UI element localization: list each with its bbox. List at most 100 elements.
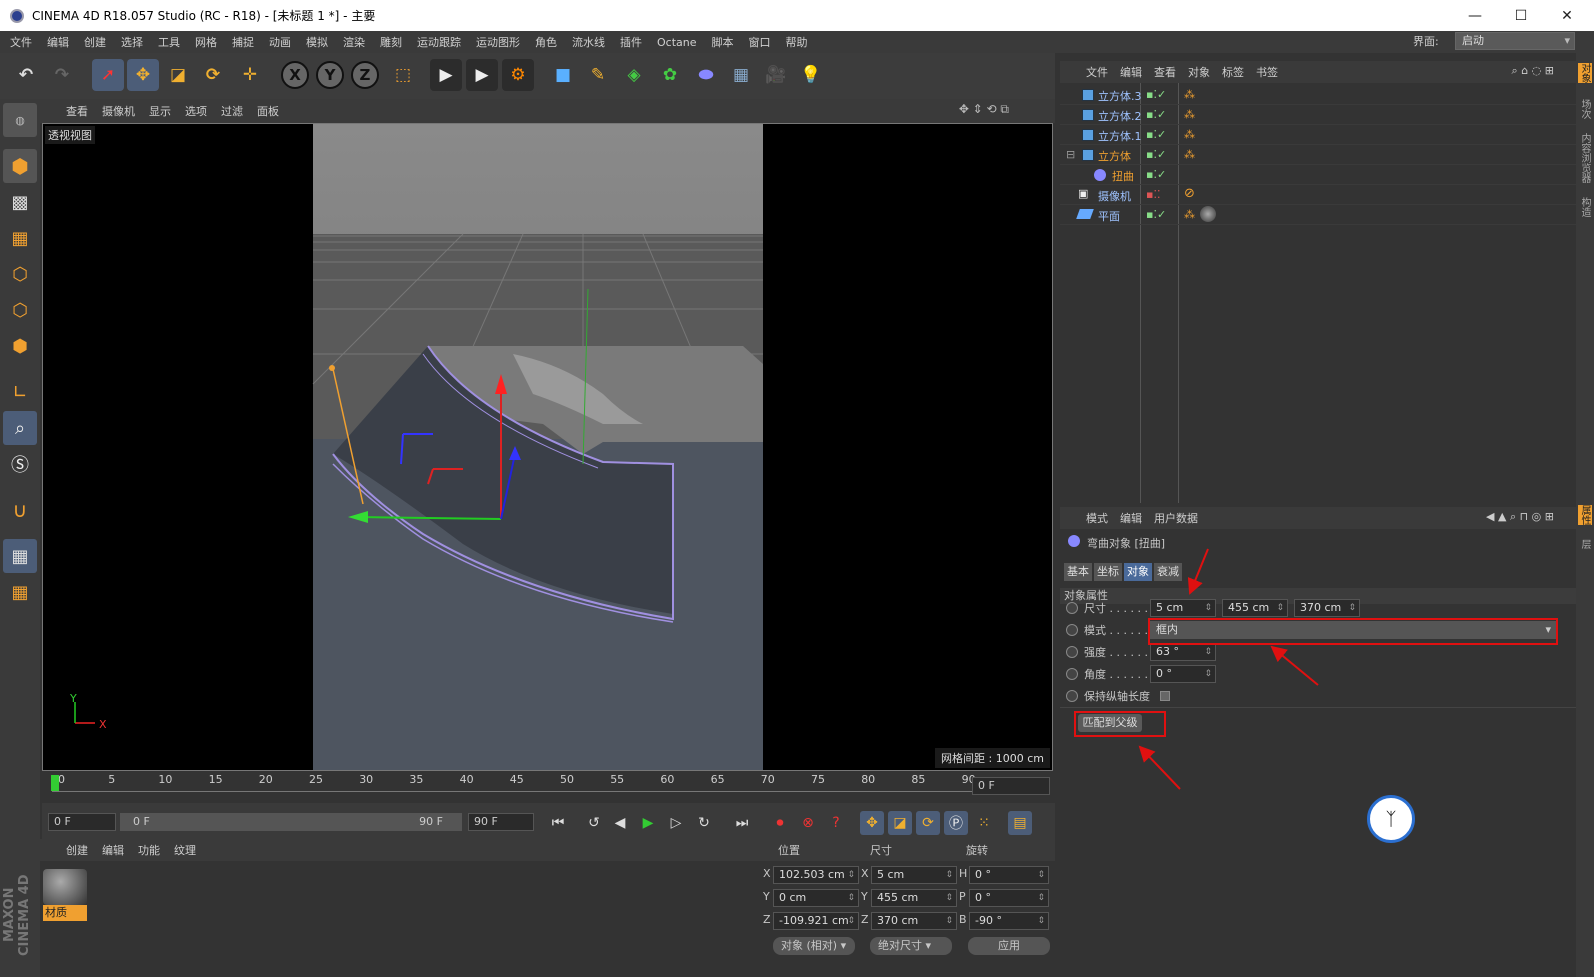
close-button[interactable]: ✕ [1544,0,1590,31]
size-z-field[interactable]: 370 cm [871,912,957,930]
menu-plugins[interactable]: 插件 [620,34,642,50]
menu-sculpt[interactable]: 雕刻 [380,34,402,50]
menu-window[interactable]: 窗口 [749,34,771,50]
phong-tag-icon[interactable]: ⁂ [1184,148,1195,161]
material-item[interactable]: 材质 [43,869,87,921]
visibility-toggle-icon[interactable]: ▪⁚✓ [1146,168,1166,181]
rotation-h-field[interactable]: 0 ° [969,866,1049,884]
light-icon[interactable]: 💡 [795,59,827,91]
menu-octane[interactable]: Octane [657,36,697,49]
perspective-viewport[interactable]: 透视视图 X Y 网格间距 : 1000 cm [42,123,1053,771]
prev-key-icon[interactable]: ↺ [582,811,606,835]
object-row[interactable]: 扭曲 ▪⁚✓ [1060,165,1576,185]
phong-tag-icon[interactable]: ⁂ [1184,88,1195,101]
subdivision-icon[interactable]: ◈ [618,59,650,91]
menu-file[interactable]: 文件 [10,34,32,50]
coord-mode-dropdown[interactable]: 对象 (相对) ▾ [773,937,855,955]
object-row[interactable]: ⊟ 立方体 ▪⁚✓ ⁂ [1060,145,1576,165]
phong-tag-icon[interactable]: ⁂ [1184,108,1195,121]
objects-menu-view[interactable]: 查看 [1154,64,1176,80]
play-icon[interactable]: ▶ [636,811,660,835]
bend-deformer-icon[interactable]: ⬬ [690,59,722,91]
playhead[interactable] [51,775,59,791]
material-menu-edit[interactable]: 编辑 [102,842,124,858]
material-menu-create[interactable]: 创建 [66,842,88,858]
current-frame-field[interactable]: 0 F [972,777,1050,795]
vtab-structure[interactable]: 构造 [1578,197,1592,217]
workplane-mode-icon[interactable]: ▦ [3,221,37,255]
z-axis-lock-icon[interactable]: Z [349,59,381,91]
menu-select[interactable]: 选择 [121,34,143,50]
record-icon[interactable]: ⏺ [768,811,792,835]
viewport-menu-options[interactable]: 选项 [185,103,207,119]
workplane-lock-icon[interactable]: ▦ [3,539,37,573]
camera-icon[interactable]: 🎥 [760,59,792,91]
visibility-toggle-icon[interactable]: ▪⁚✓ [1146,148,1166,161]
material-tag-icon[interactable] [1200,206,1216,222]
key-position-icon[interactable]: ✥ [860,811,884,835]
frame-range-slider[interactable]: 0 F 90 F [120,813,462,831]
floor-icon[interactable]: ▦ [725,59,757,91]
size-x-field[interactable]: 5 cm [871,866,957,884]
next-key-icon[interactable]: ↻ [692,811,716,835]
menu-mograph[interactable]: 运动图形 [476,34,520,50]
menu-edit[interactable]: 编辑 [47,34,69,50]
timeline-window-icon[interactable]: ▤ [1008,811,1032,835]
viewport-navigate-icons[interactable]: ✥ ⇕ ⟲ ⧉ [959,102,1009,117]
phong-tag-icon[interactable]: ⁂ [1184,208,1195,221]
prev-frame-icon[interactable]: ◀ [608,811,632,835]
object-row[interactable]: 立方体.2 ▪⁚✓ ⁂ [1060,105,1576,125]
tweak-mode-icon[interactable]: ⌕ [3,411,37,445]
menu-render[interactable]: 渲染 [343,34,365,50]
goto-end-icon[interactable]: ⏭ [730,811,754,835]
live-select-icon[interactable]: ➚ [92,59,124,91]
end-frame-field[interactable]: 90 F [468,813,534,831]
vtab-content-browser[interactable]: 内容浏览器 [1578,133,1592,183]
key-scale-icon[interactable]: ◪ [888,811,912,835]
menu-mesh[interactable]: 网格 [195,34,217,50]
objects-menu-file[interactable]: 文件 [1086,64,1108,80]
menu-character[interactable]: 角色 [535,34,557,50]
visibility-toggle-icon[interactable]: ▪⁚✓ [1146,208,1166,221]
render-settings-icon[interactable]: ⚙ [502,59,534,91]
undo-icon[interactable]: ↶ [10,59,42,91]
size-y-field[interactable]: 455 cm [871,889,957,907]
menu-help[interactable]: 帮助 [786,34,808,50]
material-menu-function[interactable]: 功能 [138,842,160,858]
visibility-toggle-icon[interactable]: ▪⁚✓ [1146,108,1166,121]
collapse-icon[interactable]: ⊟ [1066,148,1075,161]
rotation-b-field[interactable]: -90 ° [969,912,1049,930]
object-row[interactable]: ▣ 摄像机 ▪⁚⁚ ⊘ [1060,185,1576,205]
protection-tag-icon[interactable]: ⊘ [1184,186,1195,201]
next-frame-icon[interactable]: ▷ [664,811,688,835]
viewport-menu-view[interactable]: 查看 [66,103,88,119]
vtab-layers[interactable]: 层 [1578,539,1592,549]
rotation-p-field[interactable]: 0 ° [969,889,1049,907]
cloner-icon[interactable]: ✿ [654,59,686,91]
maximize-button[interactable]: ☐ [1498,0,1544,31]
material-menu-texture[interactable]: 纹理 [174,842,196,858]
viewport-menu-panel[interactable]: 面板 [257,103,279,119]
viewport-menu-display[interactable]: 显示 [149,103,171,119]
autokey-icon[interactable]: ⊗ [796,811,820,835]
menu-animate[interactable]: 动画 [269,34,291,50]
scale-icon[interactable]: ◪ [162,59,194,91]
position-y-field[interactable]: 0 cm [773,889,859,907]
vtab-takes[interactable]: 场次 [1578,99,1592,119]
menu-snap[interactable]: 捕捉 [232,34,254,50]
key-rotation-icon[interactable]: ⟳ [916,811,940,835]
transform-icon[interactable]: ✛ [234,59,266,91]
menu-create[interactable]: 创建 [84,34,106,50]
rotate-icon[interactable]: ⟳ [197,59,229,91]
render-view-icon[interactable]: ▶ [430,59,462,91]
axis-mode-icon[interactable]: ∟ [3,375,37,409]
interface-select[interactable]: 启动 [1455,32,1575,50]
cube-primitive-icon[interactable]: ■ [547,59,579,91]
objects-menu-edit[interactable]: 编辑 [1120,64,1142,80]
vtab-objects[interactable]: 对象 [1578,63,1592,83]
minimize-button[interactable]: — [1452,0,1498,31]
objects-menu-object[interactable]: 对象 [1188,64,1210,80]
texture-mode-icon[interactable]: ▩ [3,185,37,219]
key-pla-icon[interactable]: ⁙ [972,811,996,835]
phong-tag-icon[interactable]: ⁂ [1184,128,1195,141]
